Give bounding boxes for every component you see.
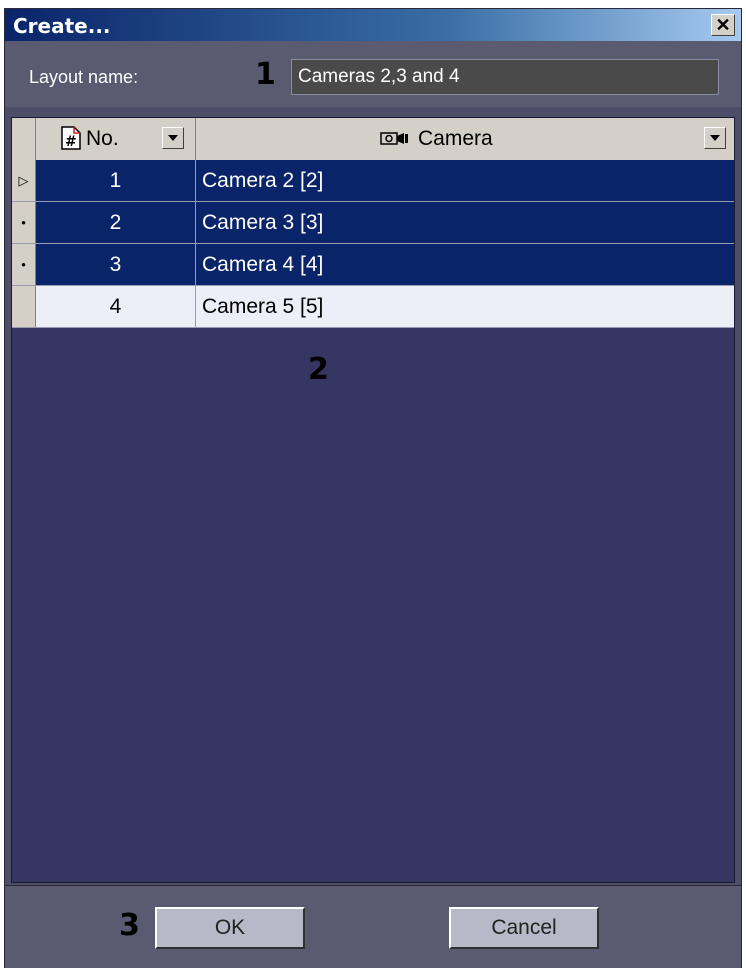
dialog-footer: 3 OK Cancel	[5, 885, 741, 968]
cancel-button[interactable]: Cancel	[449, 907, 599, 949]
table-row[interactable]: • 2 Camera 3 [3]	[12, 202, 734, 244]
layout-name-label: Layout name:	[29, 67, 139, 87]
row-camera-cell[interactable]: Camera 4 [4]	[196, 244, 734, 285]
row-indicator-selected-icon: •	[12, 202, 36, 243]
row-number-cell[interactable]: 2	[36, 202, 196, 243]
row-number-cell[interactable]: 3	[36, 244, 196, 285]
grid-header: # No. Camera	[12, 118, 734, 161]
row-camera-cell[interactable]: Camera 2 [2]	[196, 160, 734, 201]
row-camera-cell[interactable]: Camera 3 [3]	[196, 202, 734, 243]
header-indicator-cell	[12, 118, 36, 160]
row-indicator-selected-icon: •	[12, 244, 36, 285]
ok-button[interactable]: OK	[155, 907, 305, 949]
number-column-icon: #	[61, 126, 81, 150]
camera-column-label: Camera	[418, 127, 493, 150]
dialog-title: Create...	[13, 14, 111, 38]
create-dialog: Create... ✕ Layout name: 1 # No.	[4, 8, 742, 968]
column-header-camera[interactable]: Camera	[196, 118, 734, 160]
row-camera-cell[interactable]: Camera 5 [5]	[196, 286, 734, 327]
row-indicator-current-icon: ▷	[12, 160, 36, 201]
close-icon: ✕	[715, 15, 731, 35]
row-number-cell[interactable]: 4	[36, 286, 196, 327]
number-column-label: No.	[86, 127, 119, 150]
table-row[interactable]: ▷ 1 Camera 2 [2]	[12, 160, 734, 202]
camera-grid: # No. Camera ▷ 1 Camera 2 [2] • 2 Camera…	[11, 117, 735, 883]
row-number-cell[interactable]: 1	[36, 160, 196, 201]
table-row[interactable]: • 3 Camera 4 [4]	[12, 244, 734, 286]
annotation-marker-3: 3	[119, 908, 140, 943]
column-header-number[interactable]: # No.	[36, 118, 196, 160]
row-indicator	[12, 286, 36, 327]
camera-column-dropdown[interactable]	[704, 127, 726, 149]
layout-name-row: Layout name: 1	[5, 41, 741, 107]
close-button[interactable]: ✕	[711, 14, 735, 36]
annotation-marker-1: 1	[255, 57, 276, 92]
camera-icon	[380, 132, 408, 145]
svg-text:#: #	[65, 134, 77, 150]
layout-name-input[interactable]	[291, 59, 719, 95]
annotation-marker-2: 2	[308, 352, 329, 387]
table-row[interactable]: 4 Camera 5 [5]	[12, 286, 734, 328]
title-bar[interactable]: Create... ✕	[5, 9, 741, 41]
number-column-dropdown[interactable]	[162, 127, 184, 149]
